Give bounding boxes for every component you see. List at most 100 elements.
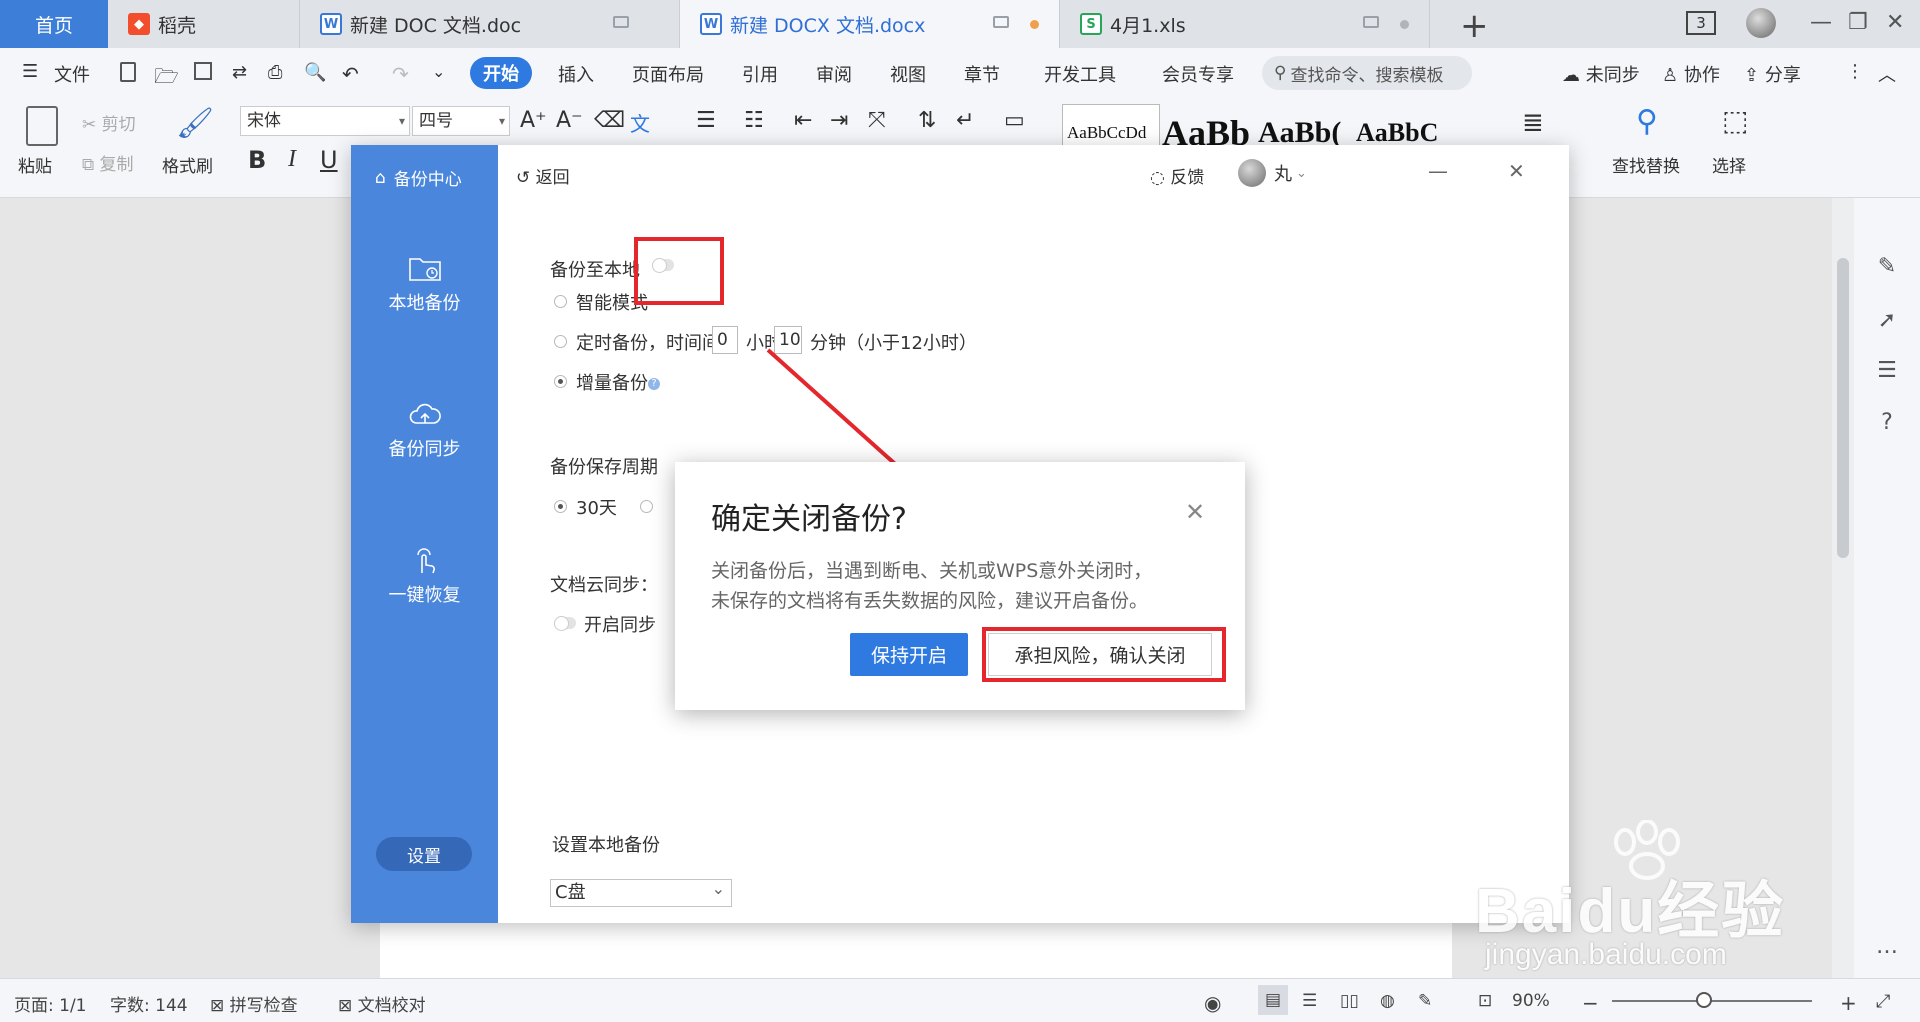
text-direction-icon[interactable]: ⤧ [868, 108, 886, 133]
customize-chevron-icon[interactable]: ⌄ [432, 62, 454, 84]
pointer-icon[interactable]: ➚ [1874, 308, 1900, 334]
zoom-out-icon[interactable]: − [1582, 991, 1599, 1015]
reading-view-icon[interactable]: ▯▯ [1340, 991, 1359, 1011]
tab-home[interactable]: 首页 [0, 0, 108, 48]
incremental-backup-radio[interactable] [554, 375, 567, 388]
sort-icon[interactable]: ⇅ [918, 108, 936, 133]
font-name-select[interactable]: 宋体 [240, 106, 410, 136]
share-button[interactable]: ⇪ 分享 [1744, 61, 1801, 87]
panel-minimize-icon[interactable]: — [1428, 159, 1448, 183]
copy-button[interactable]: ⧉ 复制 [82, 150, 134, 175]
outline-view-icon[interactable]: ☰ [1302, 991, 1317, 1011]
find-replace-button[interactable]: 查找替换 [1612, 152, 1680, 177]
tab-page-layout[interactable]: 页面布局 [632, 61, 704, 87]
tab-start[interactable]: 开始 [470, 57, 532, 89]
select-button[interactable]: 选择 [1712, 152, 1746, 177]
zoom-slider[interactable] [1612, 1000, 1812, 1002]
zoom-slider-handle[interactable] [1696, 992, 1712, 1008]
open-folder-icon[interactable]: 🗁 [154, 62, 179, 88]
text-tools-icon[interactable]: ≣ [1522, 108, 1544, 138]
zoom-level[interactable]: 90% [1512, 991, 1550, 1011]
tab-docx-file[interactable]: W 新建 DOCX 文档.docx [680, 0, 1060, 48]
bold-button[interactable]: B [248, 146, 266, 174]
timed-backup-radio[interactable] [554, 335, 567, 348]
numbered-list-icon[interactable]: ☷ [744, 108, 764, 133]
tab-references[interactable]: 引用 [742, 61, 778, 87]
tab-member[interactable]: 会员专享 [1162, 61, 1234, 87]
user-menu[interactable]: 丸 ⌄ [1238, 159, 1307, 187]
sidebar-item-one-click-restore[interactable]: 一键恢复 [351, 545, 498, 607]
format-painter-button[interactable]: 格式刷 [162, 152, 213, 177]
back-button[interactable]: ↺ 返回 [516, 163, 570, 188]
minimize-icon[interactable]: — [1810, 10, 1832, 35]
word-count[interactable]: 字数: 144 [110, 991, 188, 1016]
collapse-ribbon-icon[interactable]: ︿ [1878, 61, 1896, 87]
help-icon[interactable]: ? [1874, 410, 1900, 436]
panel-close-icon[interactable]: ✕ [1508, 159, 1525, 183]
export-icon[interactable]: ⇄ [232, 62, 254, 84]
cloud-sync-toggle[interactable] [554, 616, 576, 631]
collaborate-button[interactable]: ♙ 协作 [1662, 61, 1720, 87]
backup-drive-select[interactable]: C盘 [550, 876, 732, 907]
page-indicator[interactable]: 页面: 1/1 [14, 991, 87, 1016]
new-tab-plus-icon[interactable]: + [1460, 6, 1489, 46]
proofread-button[interactable]: ⊠ 文档校对 [338, 991, 426, 1016]
sliders-icon[interactable]: ☰ [1874, 358, 1900, 384]
pen-edit-icon[interactable]: ✎ [1874, 254, 1900, 280]
paste-icon[interactable] [26, 106, 58, 146]
tab-view[interactable]: 视图 [890, 61, 926, 87]
save-icon[interactable] [194, 62, 212, 80]
menu-file[interactable]: 文件 [54, 61, 90, 87]
close-icon[interactable]: ✕ [1886, 10, 1904, 35]
new-doc-icon[interactable] [120, 62, 136, 82]
eye-icon[interactable]: ◉ [1204, 991, 1221, 1015]
pinyin-icon[interactable]: 文 [630, 108, 650, 137]
help-icon[interactable]: ? [648, 378, 660, 390]
minutes-input[interactable]: 10 [774, 326, 802, 354]
print-preview-icon[interactable]: 🔍 [304, 62, 326, 84]
more-vertical-icon[interactable]: ⋮ [1846, 61, 1864, 82]
cut-button[interactable]: ✂ 剪切 [82, 110, 136, 135]
paste-button[interactable]: 粘贴 [18, 152, 52, 177]
underline-button[interactable]: U [320, 146, 338, 174]
ruler-icon[interactable]: ▭ [1004, 108, 1025, 133]
shrink-font-icon[interactable]: A⁻ [556, 108, 583, 133]
sync-status[interactable]: ☁ 未同步 [1562, 61, 1640, 87]
restore-icon[interactable]: ❐ [1848, 10, 1868, 35]
window-count-badge[interactable]: 3 [1686, 11, 1716, 35]
line-spacing-icon[interactable]: ↵ [956, 108, 974, 133]
fullscreen-icon[interactable]: ⤢ [1876, 991, 1890, 1012]
tab-daoke[interactable]: ◆ 稻壳 [108, 0, 300, 48]
zoom-in-icon[interactable]: + [1840, 991, 1857, 1015]
tab-doc-file[interactable]: W 新建 DOC 文档.doc [300, 0, 680, 48]
indent-icon[interactable]: ⇥ [830, 108, 848, 133]
retention-other-radio[interactable] [640, 500, 653, 513]
tab-xls-file[interactable]: S 4月1.xls [1060, 0, 1430, 48]
sidebar-item-local-backup[interactable]: 本地备份 [351, 253, 498, 315]
smart-mode-radio[interactable] [554, 295, 567, 308]
outdent-icon[interactable]: ⇤ [794, 108, 812, 133]
hours-input[interactable]: 0 [712, 326, 738, 354]
font-size-select[interactable]: 四号 [412, 106, 510, 136]
keep-enabled-button[interactable]: 保持开启 [850, 633, 968, 676]
command-search[interactable]: ⚲ 查找命令、搜索模板 [1262, 56, 1472, 90]
undo-icon[interactable]: ↶ [342, 62, 364, 86]
feedback-button[interactable]: ◌ 反馈 [1150, 163, 1204, 188]
fit-page-icon[interactable]: ⊡ [1478, 991, 1492, 1011]
spell-check-button[interactable]: ⊠ 拼写检查 [210, 991, 298, 1016]
sidebar-item-backup-sync[interactable]: 备份同步 [351, 399, 498, 461]
scrollbar-thumb[interactable] [1837, 258, 1849, 558]
avatar[interactable] [1746, 8, 1776, 38]
retention-30-radio[interactable] [554, 500, 567, 513]
tab-insert[interactable]: 插入 [558, 61, 594, 87]
write-view-icon[interactable]: ✎ [1418, 991, 1432, 1011]
page-view-icon[interactable]: ▤ [1258, 985, 1288, 1015]
tab-review[interactable]: 审阅 [816, 61, 852, 87]
print-icon[interactable]: ⎙ [268, 62, 290, 84]
redo-icon[interactable]: ↷ [392, 62, 414, 86]
clear-format-icon[interactable]: ⌫ [594, 108, 625, 133]
grow-font-icon[interactable]: A⁺ [520, 108, 547, 133]
hamburger-icon[interactable]: ☰ [22, 61, 38, 82]
tab-chapter[interactable]: 章节 [964, 61, 1000, 87]
web-view-icon[interactable]: ◍ [1380, 991, 1395, 1011]
